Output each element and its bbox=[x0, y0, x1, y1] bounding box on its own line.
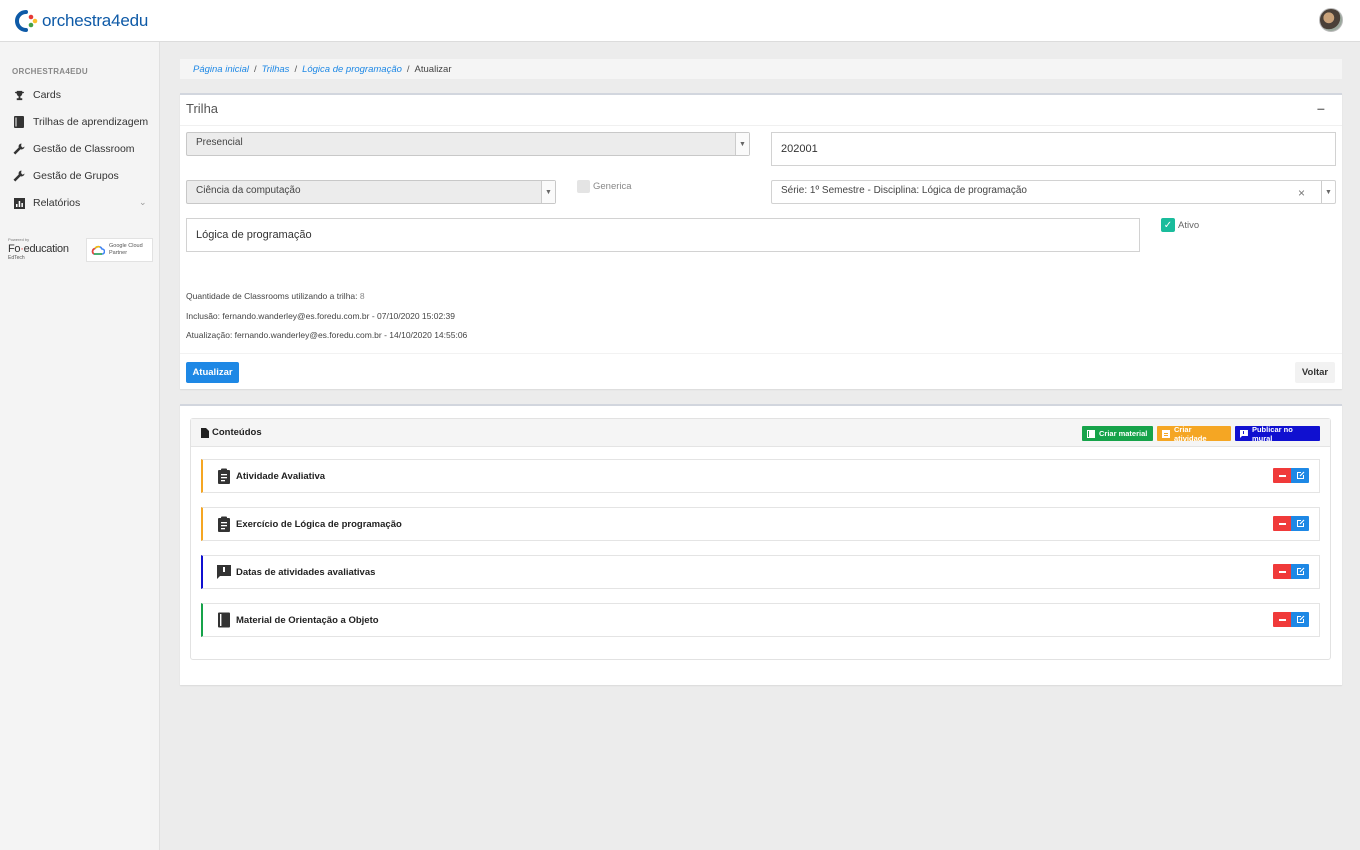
partner-logos: Powered by Fo·education EdTech Google Cl… bbox=[8, 237, 153, 263]
announcement-icon bbox=[217, 565, 231, 579]
caret-down-icon: ▼ bbox=[1321, 181, 1335, 203]
clipboard-icon bbox=[1162, 429, 1170, 438]
sidebar-item-label: Relatórios bbox=[33, 197, 81, 209]
edit-icon bbox=[1296, 615, 1304, 623]
publicar-mural-button[interactable]: Publicar no mural bbox=[1235, 425, 1320, 443]
atualizar-button[interactable]: Atualizar bbox=[186, 362, 239, 383]
minus-icon bbox=[1278, 570, 1286, 573]
conteudos-box: Conteúdos Criar material Criar atividade… bbox=[190, 418, 1331, 660]
google-cloud-partner-badge: Google Cloud Partner bbox=[86, 238, 153, 262]
brand-name: orchestra4edu bbox=[42, 11, 149, 30]
edit-button[interactable] bbox=[1291, 564, 1309, 579]
edit-icon bbox=[1296, 519, 1304, 527]
nome-trilha-input[interactable]: Lógica de programação bbox=[186, 218, 1140, 252]
criar-atividade-button[interactable]: Criar atividade bbox=[1157, 425, 1231, 443]
sidebar-item-label: Gestão de Grupos bbox=[33, 170, 119, 182]
edit-icon bbox=[1296, 471, 1304, 479]
checkmark-icon: ✓ bbox=[1161, 218, 1175, 232]
ativo-checkbox[interactable]: ✓ Ativo bbox=[1161, 218, 1199, 232]
sidebar-item-trilhas[interactable]: Trilhas de aprendizagem bbox=[0, 110, 160, 134]
trilha-panel: Trilha – Presencial ▼ 202001 Ciência da … bbox=[180, 93, 1342, 389]
curso-select[interactable]: Ciência da computação ▼ bbox=[186, 180, 556, 204]
sidebar-item-label: Cards bbox=[33, 89, 62, 101]
edit-button[interactable] bbox=[1291, 468, 1309, 483]
wrench-icon bbox=[12, 169, 26, 183]
breadcrumb: Página inicial / Trilhas / Lógica de pro… bbox=[180, 59, 1342, 79]
sidebar-item-gestao-grupos[interactable]: Gestão de Grupos bbox=[0, 164, 160, 188]
book-icon bbox=[12, 115, 26, 129]
user-avatar[interactable] bbox=[1319, 8, 1343, 32]
foreducation-logo: Powered by Fo·education EdTech bbox=[8, 237, 69, 261]
top-header: orchestra4edu bbox=[0, 0, 1360, 42]
edit-button[interactable] bbox=[1291, 516, 1309, 531]
sidebar-item-label: Trilhas de aprendizagem bbox=[33, 116, 149, 128]
conteudos-title: Conteúdos bbox=[212, 427, 262, 438]
sidebar: ORCHESTRA4EDU Cards Trilhas de aprendiza… bbox=[0, 42, 160, 850]
inclusao-info: Inclusão: fernando.wanderley@es.foredu.c… bbox=[186, 311, 455, 321]
conteudos-panel: Conteúdos Criar material Criar atividade… bbox=[180, 404, 1342, 685]
content-item-material-oo[interactable]: Material de Orientação a Objeto bbox=[201, 603, 1320, 637]
chevron-down-icon: ⌄ bbox=[139, 197, 147, 207]
serie-disciplina-select[interactable]: Série: 1º Semestre - Disciplina: Lógica … bbox=[771, 180, 1336, 204]
sidebar-item-relatorios[interactable]: Relatórios ⌄ bbox=[0, 191, 160, 215]
delete-button[interactable] bbox=[1273, 516, 1291, 531]
edit-icon bbox=[1296, 567, 1304, 575]
breadcrumb-home[interactable]: Página inicial bbox=[193, 64, 249, 75]
orchestra-logo-icon bbox=[15, 10, 38, 32]
content-item-atividade-avaliativa[interactable]: Atividade Avaliativa bbox=[201, 459, 1320, 493]
clear-icon[interactable]: × bbox=[1298, 186, 1305, 200]
breadcrumb-current: Atualizar bbox=[414, 63, 452, 75]
sidebar-item-gestao-classroom[interactable]: Gestão de Classroom bbox=[0, 137, 160, 161]
edit-button[interactable] bbox=[1291, 612, 1309, 627]
book-icon bbox=[1087, 429, 1095, 438]
file-icon bbox=[201, 427, 209, 438]
codigo-input[interactable]: 202001 bbox=[771, 132, 1336, 166]
breadcrumb-logica[interactable]: Lógica de programação bbox=[302, 64, 402, 75]
sidebar-item-cards[interactable]: Cards bbox=[0, 83, 160, 107]
generica-checkbox[interactable]: Generica bbox=[577, 180, 632, 193]
wrench-icon bbox=[12, 142, 26, 156]
brand-logo[interactable]: orchestra4edu bbox=[14, 9, 148, 33]
content-item-datas-atividades[interactable]: Datas de atividades avaliativas bbox=[201, 555, 1320, 589]
conteudos-header: Conteúdos Criar material Criar atividade… bbox=[191, 419, 1330, 447]
criar-material-button[interactable]: Criar material bbox=[1082, 426, 1153, 441]
clipboard-icon bbox=[218, 516, 230, 532]
content-item-label: Datas de atividades avaliativas bbox=[236, 567, 376, 578]
classrooms-count-info: Quantidade de Classrooms utilizando a tr… bbox=[186, 291, 365, 301]
caret-down-icon: ▼ bbox=[735, 133, 749, 155]
caret-down-icon: ▼ bbox=[541, 181, 555, 203]
panel-title: Trilha bbox=[186, 101, 219, 116]
bar-chart-icon bbox=[12, 196, 26, 210]
content-item-exercicio-logica[interactable]: Exercício de Lógica de programação bbox=[201, 507, 1320, 541]
delete-button[interactable] bbox=[1273, 564, 1291, 579]
delete-button[interactable] bbox=[1273, 468, 1291, 483]
content-item-label: Exercício de Lógica de programação bbox=[236, 519, 402, 530]
voltar-button[interactable]: Voltar bbox=[1295, 362, 1335, 383]
checkbox-empty-icon bbox=[577, 180, 590, 193]
google-cloud-icon bbox=[91, 245, 105, 255]
collapse-button[interactable]: – bbox=[1317, 100, 1325, 116]
atualizacao-info: Atualização: fernando.wanderley@es.fored… bbox=[186, 330, 468, 340]
modalidade-select[interactable]: Presencial ▼ bbox=[186, 132, 750, 156]
clipboard-icon bbox=[218, 468, 230, 484]
content-item-label: Material de Orientação a Objeto bbox=[236, 615, 379, 626]
minus-icon bbox=[1278, 618, 1286, 621]
sidebar-heading: ORCHESTRA4EDU bbox=[12, 67, 88, 76]
minus-icon bbox=[1278, 522, 1286, 525]
trophy-icon bbox=[12, 88, 26, 102]
sidebar-item-label: Gestão de Classroom bbox=[33, 143, 135, 155]
delete-button[interactable] bbox=[1273, 612, 1291, 627]
announcement-icon bbox=[1240, 429, 1248, 438]
minus-icon bbox=[1278, 474, 1286, 477]
breadcrumb-trilhas[interactable]: Trilhas bbox=[262, 64, 290, 75]
book-icon bbox=[218, 612, 230, 628]
content-item-label: Atividade Avaliativa bbox=[236, 471, 326, 482]
